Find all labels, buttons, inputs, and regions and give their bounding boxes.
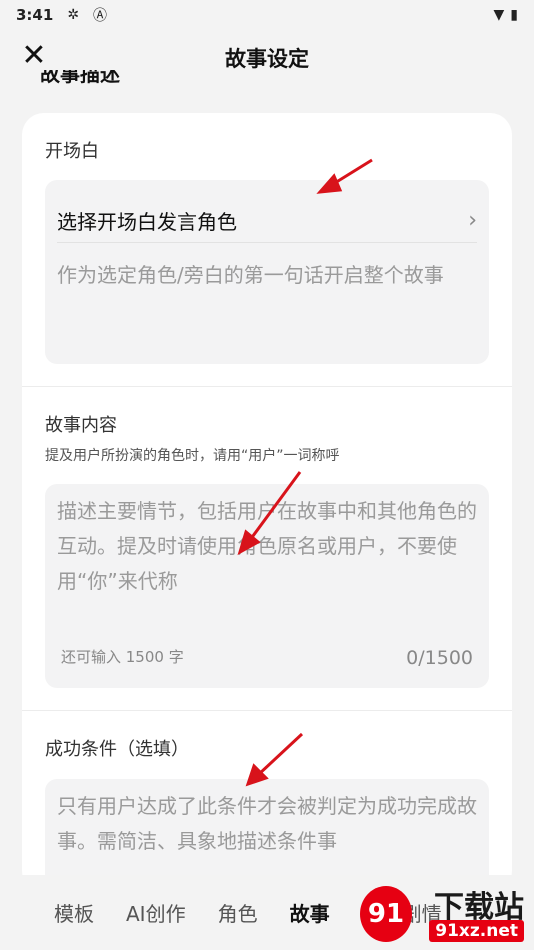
select-opening-role-label: 选择开场白发言角色 xyxy=(57,209,237,234)
tab-template[interactable]: 模板 xyxy=(54,898,94,927)
tab-role[interactable]: 角色 xyxy=(218,898,258,927)
wifi-icon: ▼ xyxy=(493,7,505,23)
site-watermark: 91 下载站 91xz.net xyxy=(360,882,530,946)
story-settings-card: 开场白 选择开场白发言角色 › 作为选定角色/旁白的第一句话开启整个故事 故事内… xyxy=(22,113,512,893)
remaining-chars: 还可输入 1500 字 xyxy=(61,648,184,666)
opening-text-field[interactable]: 作为选定角色/旁白的第一句话开启整个故事 xyxy=(57,258,477,293)
close-icon[interactable]: ✕ xyxy=(20,41,48,71)
story-content-hint: 提及用户所扮演的角色时，请用“用户”一词称呼 xyxy=(45,448,340,464)
battery-icon: ▮ xyxy=(510,7,518,23)
divider xyxy=(57,242,477,243)
page-title: 故事设定 xyxy=(225,47,309,71)
story-content-input[interactable]: 描述主要情节，包括用户在故事中和其他角色的互动。提及时请使用角色原名或用户，不要… xyxy=(57,494,477,599)
watermark-url: 91xz.net xyxy=(429,920,524,942)
divider xyxy=(22,710,512,711)
success-condition-input[interactable]: 只有用户达成了此条件才会被判定为成功完成故事。需简洁、具象地描述条件事 xyxy=(57,789,477,859)
opening-label: 开场白 xyxy=(45,141,99,162)
tab-story[interactable]: 故事 xyxy=(290,898,330,927)
a-status-icon: Ⓐ xyxy=(93,8,108,24)
story-content-box[interactable]: 描述主要情节，包括用户在故事中和其他角色的互动。提及时请使用角色原名或用户，不要… xyxy=(45,484,489,688)
settings-status-icon: ✲ xyxy=(67,7,80,23)
status-time: 3:41 xyxy=(16,6,54,24)
status-bar: 3:41 ✲ Ⓐ ▼ ▮ xyxy=(0,0,534,30)
opening-box: 选择开场白发言角色 › 作为选定角色/旁白的第一句话开启整个故事 xyxy=(45,180,489,364)
divider xyxy=(22,386,512,387)
success-condition-label: 成功条件（选填） xyxy=(45,739,189,760)
watermark-logo: 91 xyxy=(360,886,412,942)
select-opening-role-row[interactable]: 选择开场白发言角色 › xyxy=(57,198,477,242)
section-heading-partial: 故事描述 xyxy=(40,70,120,86)
chevron-right-icon: › xyxy=(468,207,477,233)
story-content-label: 故事内容 xyxy=(45,415,117,436)
tab-ai-create[interactable]: AI创作 xyxy=(126,898,186,927)
char-counter: 0/1500 xyxy=(406,647,473,669)
